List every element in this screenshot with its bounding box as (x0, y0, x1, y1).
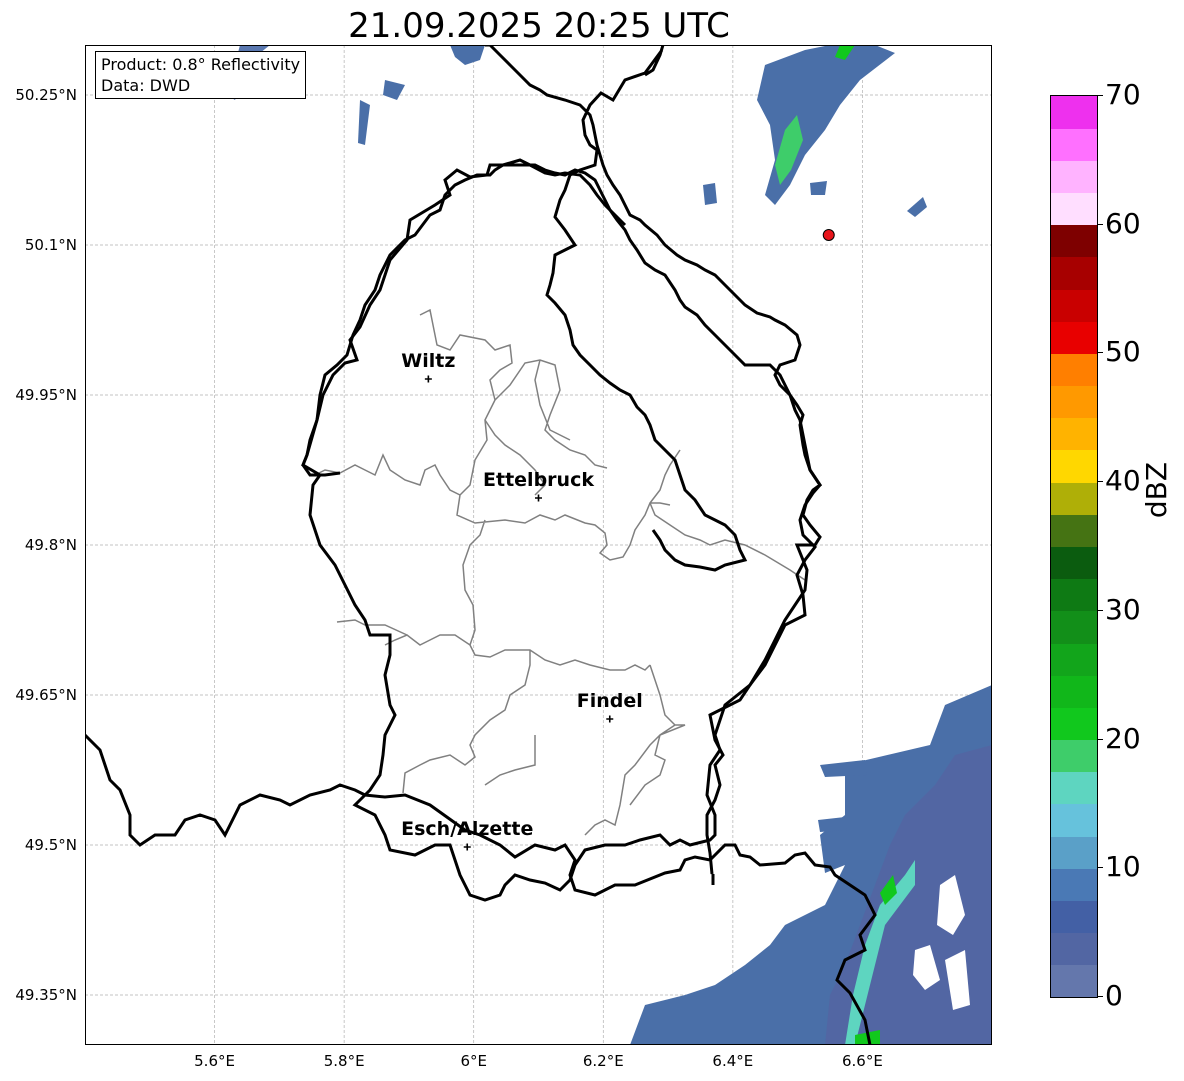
colorbar-segment (1051, 417, 1097, 451)
city-label: Findel (576, 690, 643, 712)
colorbar-tick (1097, 352, 1103, 354)
map-title: 21.09.2025 20:25 UTC (348, 6, 730, 46)
lon-tick-label: 6.6°E (842, 1052, 883, 1070)
colorbar-label: dBZ (1140, 461, 1173, 519)
colorbar-segment (1051, 836, 1097, 869)
colorbar-segment (1051, 578, 1097, 612)
colorbar-segment (1051, 96, 1097, 129)
colorbar-segment (1051, 353, 1097, 387)
lon-tick-label: 5.6°E (194, 1052, 235, 1070)
colorbar-tick (1097, 867, 1103, 869)
map-border (85, 45, 992, 1045)
colorbar-tick (1097, 996, 1103, 997)
city-label: Wiltz (401, 350, 456, 372)
colorbar-tick-label: 20 (1105, 721, 1141, 755)
colorbar-segment (1051, 964, 1097, 998)
colorbar-segment (1051, 514, 1097, 547)
lon-tick-label: 6.4°E (712, 1052, 754, 1070)
colorbar-tick (1097, 481, 1103, 483)
colorbar-segment (1051, 385, 1097, 419)
lat-tick-label: 49.8°N (24, 536, 77, 554)
colorbar-segment (1051, 803, 1097, 837)
colorbar-segment (1051, 192, 1097, 226)
product-info-box: Product: 0.8° Reflectivity Data: DWD (95, 51, 307, 99)
colorbar-segment (1051, 675, 1097, 708)
colorbar-segment (1051, 868, 1097, 901)
colorbar-segment (1051, 289, 1097, 322)
colorbar-segment (1051, 224, 1097, 258)
colorbar-segment (1051, 707, 1097, 741)
colorbar-tick-label: 70 (1105, 77, 1141, 111)
colorbar-tick (1097, 609, 1103, 611)
lat-tick-label: 49.95°N (15, 386, 77, 404)
lat-tick-label: 49.65°N (15, 686, 77, 704)
colorbar-segment (1051, 160, 1097, 194)
colorbar-tick-label: 60 (1105, 206, 1141, 240)
colorbar-segment (1051, 932, 1097, 966)
colorbar-segment (1051, 321, 1097, 354)
colorbar-segment (1051, 739, 1097, 773)
colorbar-tick (1097, 95, 1103, 96)
lat-tick-label: 50.25°N (15, 86, 77, 104)
colorbar-segment (1051, 643, 1097, 676)
colorbar (1050, 95, 1098, 998)
colorbar-tick (1097, 223, 1103, 225)
lat-tick-label: 50.1°N (24, 236, 77, 254)
colorbar-segment (1051, 449, 1097, 483)
product-label: Product: 0.8° Reflectivity (101, 55, 301, 74)
colorbar-segment (1051, 128, 1097, 161)
colorbar-tick-label: 40 (1105, 463, 1141, 497)
radar-map (85, 45, 992, 1045)
colorbar-segment (1051, 900, 1097, 934)
lon-tick-label: 6°E (460, 1052, 487, 1070)
lat-tick-label: 49.35°N (15, 986, 77, 1004)
colorbar-tick-label: 10 (1105, 850, 1141, 884)
lat-tick-label: 49.5°N (24, 836, 77, 854)
lon-tick-label: 5.8°E (323, 1052, 365, 1070)
colorbar-tick-label: 0 (1105, 978, 1123, 1012)
colorbar-tick-label: 30 (1105, 592, 1141, 626)
city-label: Ettelbruck (483, 469, 594, 491)
colorbar-segment (1051, 482, 1097, 515)
colorbar-tick-label: 50 (1105, 335, 1141, 369)
lon-tick-label: 6.2°E (582, 1052, 624, 1070)
colorbar-segment (1051, 610, 1097, 644)
colorbar-segment (1051, 546, 1097, 580)
data-source-label: Data: DWD (101, 76, 191, 95)
city-label: Esch/Alzette (401, 818, 534, 840)
colorbar-tick (1097, 738, 1103, 740)
colorbar-segment (1051, 256, 1097, 290)
colorbar-segment (1051, 771, 1097, 805)
